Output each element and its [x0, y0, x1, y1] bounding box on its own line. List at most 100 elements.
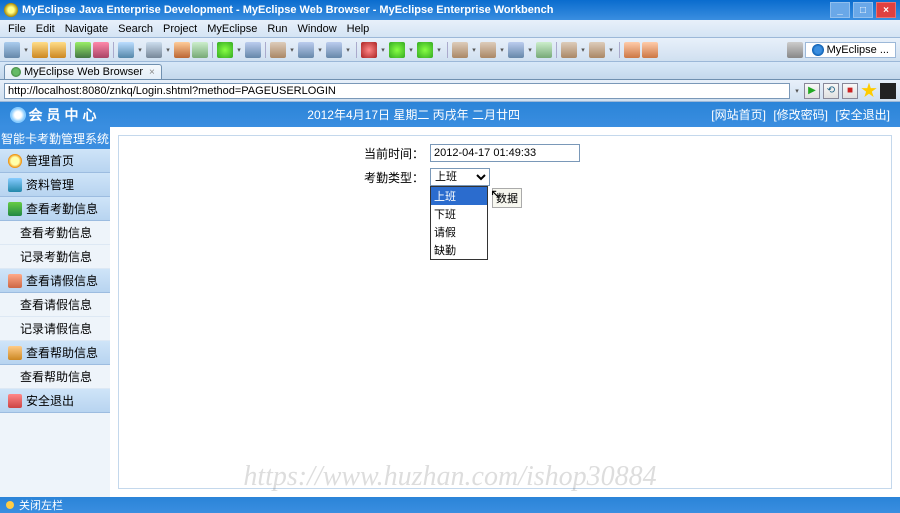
menu-edit[interactable]: Edit [32, 22, 59, 36]
close-icon[interactable]: × [149, 67, 155, 78]
app-icon [4, 3, 18, 17]
save-icon[interactable] [32, 42, 48, 58]
prev-edit-icon[interactable] [624, 42, 640, 58]
deploy-icon[interactable] [93, 42, 109, 58]
sidebar-item-data[interactable]: 资料管理 [0, 173, 110, 197]
dropdown-icon[interactable]: ▾ [607, 42, 615, 58]
menu-window[interactable]: Window [294, 22, 341, 36]
address-dropdown-icon[interactable]: ▾ [793, 83, 801, 99]
nav-fwd-icon[interactable] [589, 42, 605, 58]
open-type-icon[interactable] [452, 42, 468, 58]
sidebar-item-help[interactable]: 查看帮助信息 [0, 341, 110, 365]
sidebar-header-text: 会员中心 [29, 105, 101, 125]
dropdown-icon[interactable]: ▾ [526, 42, 534, 58]
export-icon[interactable] [298, 42, 314, 58]
sidebar-item-home[interactable]: 管理首页 [0, 149, 110, 173]
server-icon[interactable] [146, 42, 162, 58]
dropdown-icon[interactable]: ▾ [435, 42, 443, 58]
dropdown-icon[interactable]: ▾ [470, 42, 478, 58]
status-text[interactable]: 关闭左栏 [19, 497, 63, 513]
current-time-input[interactable] [430, 144, 580, 162]
build-icon[interactable] [270, 42, 286, 58]
new-icon[interactable] [4, 42, 20, 58]
sidebar-item-attendance[interactable]: 查看考勤信息 [0, 197, 110, 221]
sidebar-subitem-view-help[interactable]: 查看帮助信息 [0, 365, 110, 389]
link-home[interactable]: [网站首页] [711, 108, 766, 122]
wizard-icon[interactable] [75, 42, 91, 58]
debug-icon[interactable] [417, 42, 433, 58]
close-button[interactable]: × [876, 2, 896, 18]
dropdown-icon[interactable]: ▾ [136, 42, 144, 58]
option-absent[interactable]: 缺勤 [431, 241, 487, 259]
dropdown-icon[interactable]: ▾ [407, 42, 415, 58]
dropdown-icon[interactable]: ▾ [22, 42, 30, 58]
minimize-button[interactable]: _ [830, 2, 850, 18]
dropdown-icon[interactable]: ▾ [164, 42, 172, 58]
menu-file[interactable]: File [4, 22, 30, 36]
run-icon[interactable] [217, 42, 233, 58]
settings-icon[interactable] [880, 83, 896, 99]
refresh-icon[interactable] [192, 42, 208, 58]
web-app: 会员中心 智能卡考勤管理系统 管理首页 资料管理 查看考勤信息 查看考勤信息 记… [0, 102, 900, 497]
address-input[interactable] [4, 83, 790, 99]
menu-run[interactable]: Run [263, 22, 291, 36]
sidebar-item-label: 管理首页 [26, 152, 74, 169]
outline-icon[interactable] [536, 42, 552, 58]
menu-search[interactable]: Search [114, 22, 157, 36]
option-work-off[interactable]: 下班 [431, 205, 487, 223]
sidebar-subtitle: 智能卡考勤管理系统 [0, 127, 110, 149]
sidebar-item-label: 安全退出 [26, 392, 74, 409]
sidebar-subitem-record-attendance[interactable]: 记录考勤信息 [0, 245, 110, 269]
dropdown-icon[interactable]: ▾ [379, 42, 387, 58]
dropdown-icon[interactable]: ▾ [235, 42, 243, 58]
menu-help[interactable]: Help [343, 22, 374, 36]
stop-icon[interactable] [361, 42, 377, 58]
attendance-type-select[interactable]: 上班 [430, 168, 490, 186]
status-bar: 关闭左栏 [0, 497, 900, 513]
menu-navigate[interactable]: Navigate [61, 22, 112, 36]
attendance-type-dropdown: 上班 下班 请假 缺勤 [430, 186, 488, 260]
dropdown-icon[interactable]: ▾ [288, 42, 296, 58]
perspective-switch-icon[interactable] [787, 42, 803, 58]
tool-icon[interactable] [174, 42, 190, 58]
search-tool-icon[interactable] [508, 42, 524, 58]
sidebar-subitem-view-attendance[interactable]: 查看考勤信息 [0, 221, 110, 245]
link-change-password[interactable]: [修改密码] [773, 108, 828, 122]
dropdown-icon[interactable]: ▾ [579, 42, 587, 58]
editor-tab-bar: MyEclipse Web Browser × [0, 62, 900, 80]
import-icon[interactable] [326, 42, 342, 58]
browser-address-bar: ▾ ▶ ⟲ ■ [0, 80, 900, 102]
dropdown-icon[interactable]: ▾ [498, 42, 506, 58]
cursor-icon: ↖ [490, 186, 502, 203]
save-all-icon[interactable] [50, 42, 66, 58]
dropdown-icon[interactable]: ▾ [316, 42, 324, 58]
run-as-icon[interactable] [389, 42, 405, 58]
reload-button[interactable]: ⟲ [823, 83, 839, 99]
nav-back-icon[interactable] [561, 42, 577, 58]
stop-nav-button[interactable]: ■ [842, 83, 858, 99]
leave-icon [8, 274, 22, 288]
dropdown-icon[interactable]: ▾ [344, 42, 352, 58]
sidebar-subitem-view-leave[interactable]: 查看请假信息 [0, 293, 110, 317]
perspective-button[interactable]: MyEclipse ... [805, 42, 896, 58]
tab-web-browser[interactable]: MyEclipse Web Browser × [4, 64, 162, 79]
option-work-on[interactable]: 上班 [431, 187, 487, 205]
sidebar-item-label: 查看考勤信息 [26, 200, 98, 217]
maximize-button[interactable]: □ [853, 2, 873, 18]
perspective-label: MyEclipse ... [827, 44, 889, 56]
go-button[interactable]: ▶ [804, 83, 820, 99]
sidebar-subitem-record-leave[interactable]: 记录请假信息 [0, 317, 110, 341]
favorite-icon[interactable] [861, 83, 877, 99]
menu-project[interactable]: Project [159, 22, 201, 36]
sidebar-item-label: 查看帮助信息 [26, 344, 98, 361]
option-leave[interactable]: 请假 [431, 223, 487, 241]
open-task-icon[interactable] [480, 42, 496, 58]
sidebar-item-logout[interactable]: 安全退出 [0, 389, 110, 413]
next-edit-icon[interactable] [642, 42, 658, 58]
data-icon [8, 178, 22, 192]
config-icon[interactable] [245, 42, 261, 58]
link-logout[interactable]: [安全退出] [835, 108, 890, 122]
browser-icon[interactable] [118, 42, 134, 58]
sidebar-item-leave[interactable]: 查看请假信息 [0, 269, 110, 293]
menu-myeclipse[interactable]: MyEclipse [203, 22, 261, 36]
